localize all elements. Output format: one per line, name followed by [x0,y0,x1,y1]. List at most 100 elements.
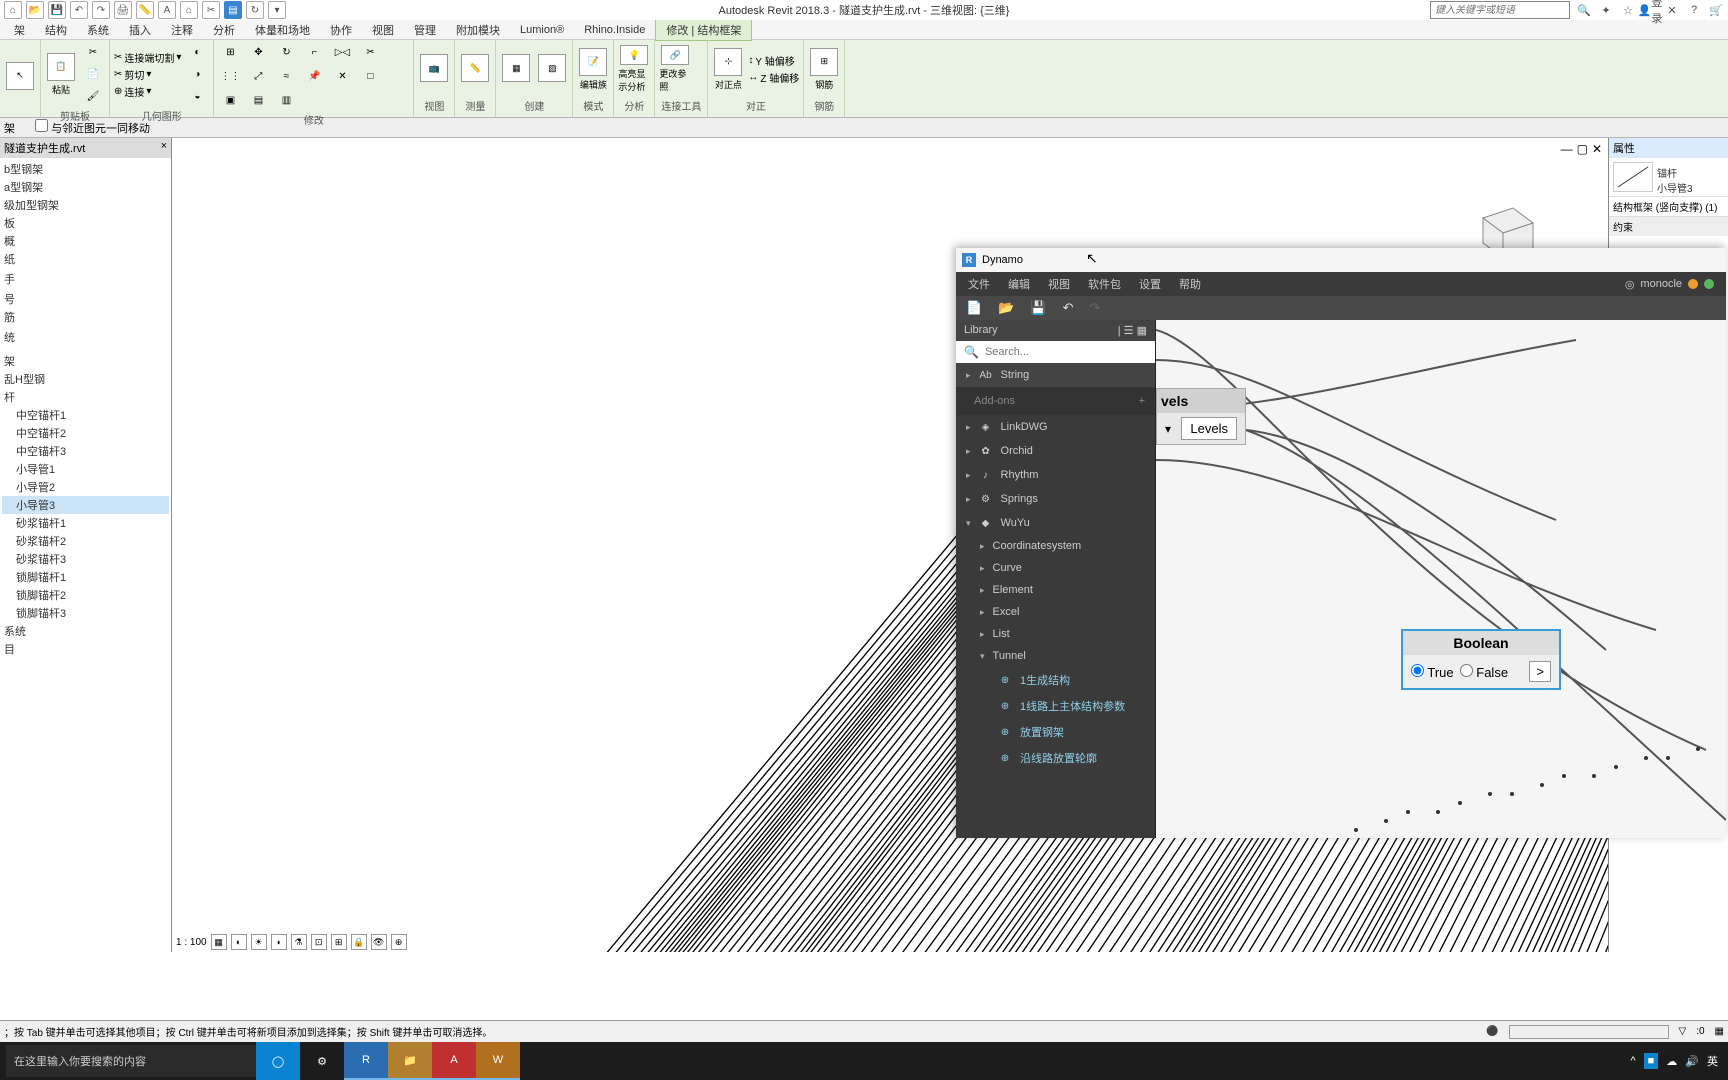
qat-home-icon[interactable]: ⌂ [4,1,22,19]
tree-item[interactable]: 砂浆锚杆2 [2,532,169,550]
status-input[interactable] [1509,1025,1669,1039]
task-autocad-icon[interactable]: A [432,1042,476,1080]
library-node[interactable]: ▸List [956,623,1155,645]
dyn-menu-view[interactable]: 视图 [1048,276,1070,292]
mod-a-icon[interactable]: □ [358,66,382,86]
changeref-button[interactable]: 🔗更改参照 [659,45,691,93]
create-button[interactable]: ▦ [500,45,532,93]
taskbar-search-input[interactable]: 在这里输入你要搜索的内容 [6,1045,256,1077]
measure-button[interactable]: 📏 [459,45,491,93]
dyn-redo-icon[interactable]: ↷ [1089,300,1100,316]
library-node[interactable]: ▸Curve [956,557,1155,579]
tree-item[interactable]: 锁脚锚杆2 [2,586,169,604]
tab-modify[interactable]: 修改 | 结构框架 [655,19,752,41]
task-wps-icon[interactable]: W [476,1042,520,1080]
library-node[interactable]: ⊕1生成结构 [956,667,1155,693]
tree-item[interactable]: 目 [2,640,169,658]
dyn-open-icon[interactable]: 📂 [998,300,1014,316]
geo-icon-1[interactable]: ◐ [185,42,209,62]
type-selector[interactable]: 结构框架 (竖向支撑) (1) [1609,196,1728,216]
array-icon[interactable]: ⋮⋮ [218,66,242,86]
trim-icon[interactable]: ⌐ [302,42,326,62]
qat-section-icon[interactable]: ✂ [202,1,220,19]
tab-structure[interactable]: 结构 [35,20,77,40]
cart-icon[interactable]: 🛒 [1708,2,1724,18]
library-node[interactable]: ⊕1线路上主体结构参数 [956,693,1155,719]
highlight-button[interactable]: 💡高亮显示分析 [618,45,650,93]
search-icon[interactable]: 🔍 [1576,2,1592,18]
tree-item[interactable]: 统 [2,328,169,346]
cut-button[interactable]: ✂ 剪切 ▾ [114,67,181,82]
task-explorer-icon[interactable]: 📁 [388,1042,432,1080]
library-node[interactable]: ▸Element [956,579,1155,601]
tray-volume-icon[interactable]: 🔊 [1685,1055,1699,1068]
tree-item[interactable]: 砂浆锚杆3 [2,550,169,568]
dropdown-icon[interactable]: ▾ [1165,422,1171,436]
hide-icon[interactable]: 👁 [371,934,387,950]
crop-icon[interactable]: ⊡ [311,934,327,950]
library-node[interactable]: ▸⚙Springs [956,487,1155,511]
dyn-menu-file[interactable]: 文件 [968,276,990,292]
tree-item[interactable]: 锁脚锚杆1 [2,568,169,586]
help-search-input[interactable] [1430,1,1570,19]
qat-measure-icon[interactable]: 📏 [136,1,154,19]
mirror-icon[interactable]: ▷◁ [330,42,354,62]
tree-item[interactable]: a型钢架 [2,178,169,196]
tab-collab[interactable]: 协作 [320,20,362,40]
tree-item[interactable]: 锁脚锚杆3 [2,604,169,622]
library-node[interactable]: ▸✿Orchid [956,439,1155,463]
tab-addin[interactable]: 附加模块 [446,20,510,40]
node-levels-output[interactable]: Levels [1181,417,1237,440]
library-node[interactable]: ▸Coordinatesystem [956,535,1155,557]
dynamo-canvas[interactable]: 管棚.dyn* × vels ▾ Levels [1156,320,1726,838]
star-icon[interactable]: ☆ [1620,2,1636,18]
task-revit-icon[interactable]: R [344,1042,388,1080]
cope-button[interactable]: ✂ 连接端切割 ▾ [114,50,181,65]
z-offset-button[interactable]: ↔ Z 轴偏移 [748,70,799,85]
tab-annotate[interactable]: 注释 [161,20,203,40]
library-node[interactable]: ▸AbString [956,363,1155,387]
sun-icon[interactable]: ☀ [251,934,267,950]
tree-item[interactable]: 纸 [2,250,169,268]
dyn-menu-packages[interactable]: 软件包 [1088,276,1121,292]
library-node[interactable]: ▾◆WuYu [956,511,1155,535]
scale-label[interactable]: 1 : 100 [176,937,207,948]
tree-item[interactable]: 中空锚杆1 [2,406,169,424]
library-node[interactable]: ⊕沿线路放置轮廓 [956,745,1155,771]
tray-cloud-icon[interactable]: ☁ [1666,1055,1677,1068]
tree-item[interactable]: 手 [2,270,169,288]
offset-icon[interactable]: ≈ [274,66,298,86]
qat-3d-icon[interactable]: ⌂ [180,1,198,19]
cut-icon[interactable]: ✂ [81,42,105,62]
create-button-2[interactable]: ▧ [536,45,568,93]
library-node[interactable]: ▸♪Rhythm [956,463,1155,487]
tree-item[interactable]: 小导管1 [2,460,169,478]
alignpoint-button[interactable]: ⊹对正点 [712,45,744,93]
comm-icon[interactable]: ✦ [1598,2,1614,18]
tab-lumion[interactable]: Lumion® [510,22,574,38]
tab-arch[interactable]: 架 [4,20,35,40]
join-button[interactable]: ⊕ 连接 ▾ [114,84,181,99]
y-offset-button[interactable]: ↕ Y 轴偏移 [748,53,799,68]
mod-c-icon[interactable]: ▤ [246,90,270,110]
split-icon[interactable]: ✂ [358,42,382,62]
rotate-icon[interactable]: ↻ [274,42,298,62]
rebar-button[interactable]: ⊞钢筋 [808,45,840,93]
qat-print-icon[interactable]: 🖨 [114,1,132,19]
copy-icon[interactable]: 📄 [81,64,105,84]
modify-button[interactable]: ↖ [4,53,36,101]
tab-system[interactable]: 系统 [77,20,119,40]
dyn-menu-edit[interactable]: 编辑 [1008,276,1030,292]
pin-icon[interactable]: 📌 [302,66,326,86]
editfam-button[interactable]: 📝编辑族 [577,45,609,93]
status-icon-2[interactable]: ▦ [1715,1026,1724,1037]
tray-app-icon[interactable]: ■ [1644,1053,1659,1069]
lib-view-icons[interactable]: | ☰ ▦ [1118,324,1147,337]
tree-item[interactable]: 筋 [2,308,169,326]
task-cortana-icon[interactable]: ◯ [256,1042,300,1080]
qat-save-icon[interactable]: 💾 [48,1,66,19]
task-settings-icon[interactable]: ⚙ [300,1042,344,1080]
dyn-menu-help[interactable]: 帮助 [1179,276,1201,292]
tree-item[interactable]: 中空锚杆2 [2,424,169,442]
qat-text-icon[interactable]: A [158,1,176,19]
